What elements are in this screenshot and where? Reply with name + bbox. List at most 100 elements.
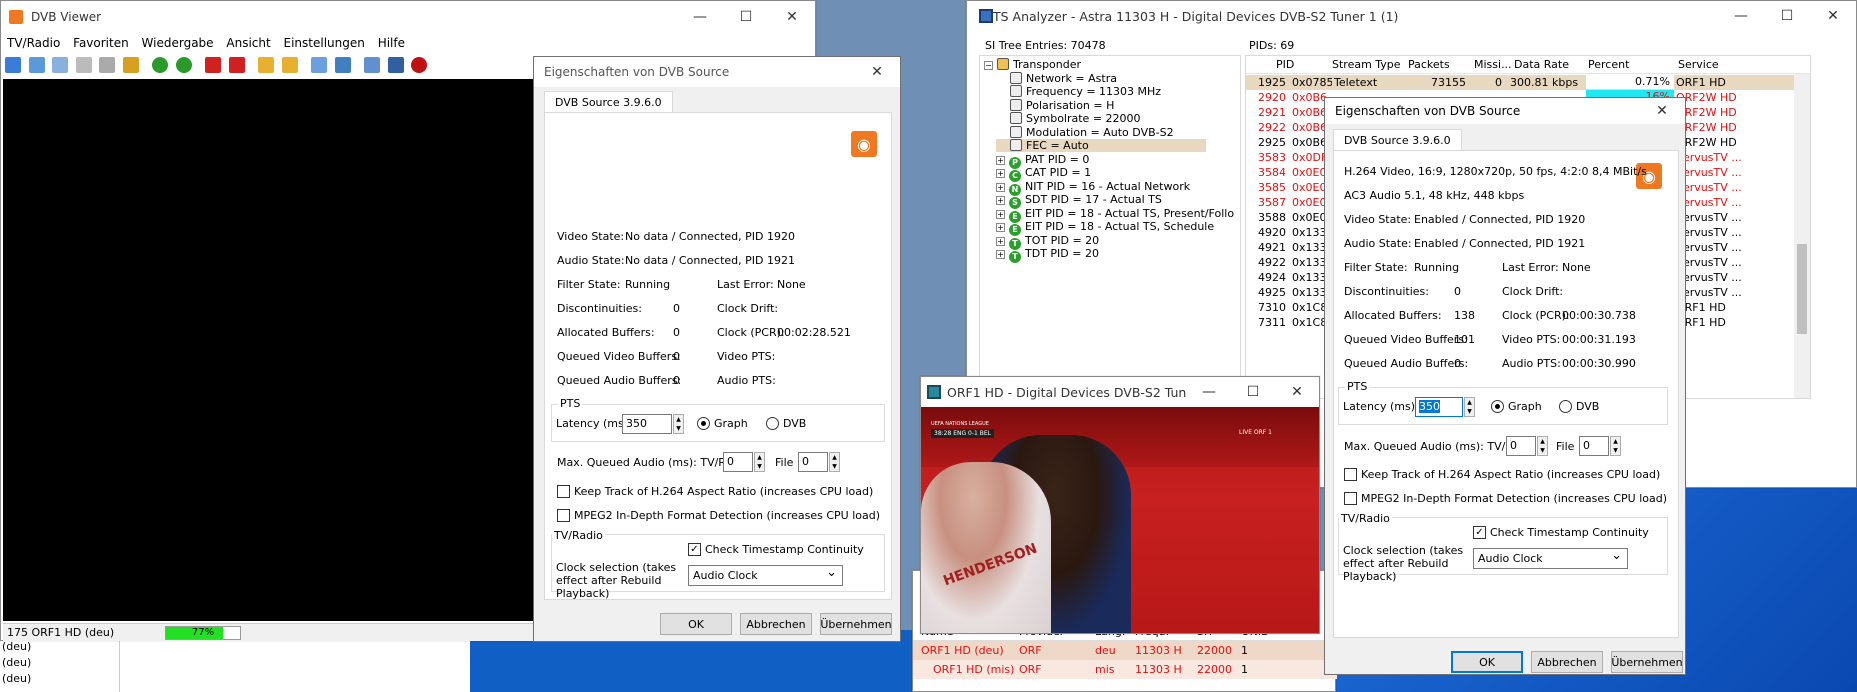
ok-button[interactable]: OK (660, 613, 732, 635)
pid-column-header[interactable]: Data Rate (1514, 58, 1569, 71)
maximize-button[interactable]: ☐ (1764, 1, 1810, 31)
max-queued-tv-spinner[interactable]: ▲ ▼ (754, 452, 765, 472)
close-button[interactable]: ✕ (854, 57, 900, 87)
next-channel-icon[interactable] (228, 57, 245, 73)
pid-column-header[interactable]: Packets (1408, 58, 1450, 71)
pid-column-header[interactable]: Percent (1588, 58, 1629, 71)
back-icon[interactable] (152, 57, 168, 73)
minimize-button[interactable]: — (1187, 377, 1231, 407)
volume-down-icon[interactable] (258, 57, 274, 73)
status-channel: 175 ORF1 HD (deu) (7, 626, 115, 639)
menu-einstellungen[interactable]: Einstellungen (284, 36, 365, 50)
si-tree-node[interactable]: Frequency = 11303 MHz (996, 85, 1161, 98)
dvb-radio[interactable] (766, 417, 779, 430)
clock-selection-label: Clock selection (takes effect after Rebu… (556, 561, 677, 600)
si-tree[interactable]: − Transponder Network = Astra Frequency = 1… (979, 55, 1241, 399)
dvb-radio[interactable] (1559, 400, 1572, 413)
mpeg2-checkbox[interactable] (1344, 492, 1357, 505)
max-queued-file-spinner[interactable]: ▲ ▼ (1610, 436, 1621, 456)
tab-dvb-source[interactable]: DVB Source 3.9.6.0 (544, 91, 673, 113)
pid-column-header[interactable]: Service (1678, 58, 1719, 71)
si-tree-node[interactable]: + T TDT PID = 20 (996, 247, 1099, 263)
pid-cell-pid: 7311 (1258, 316, 1286, 329)
menu-ansicht[interactable]: Ansicht (226, 36, 270, 50)
tab-dvb-source[interactable]: DVB Source 3.9.6.0 (1333, 129, 1462, 151)
mpeg2-checkbox[interactable] (557, 509, 570, 522)
apply-button[interactable]: Übernehmen (820, 613, 892, 635)
prev-channel-icon[interactable] (205, 57, 221, 73)
aspect-ratio-checkbox[interactable] (557, 485, 570, 498)
pid-cell-pid: 4920 (1258, 226, 1286, 239)
close-button[interactable]: ✕ (769, 2, 815, 32)
latency-spinner[interactable]: ▲ ▼ (1464, 397, 1475, 417)
pid-cell-svc: ORF1 HD (1676, 76, 1726, 89)
pid-scrollbar[interactable] (1794, 74, 1810, 398)
close-button[interactable]: ✕ (1275, 377, 1319, 407)
record-list-icon[interactable] (122, 57, 139, 73)
minimize-button[interactable]: — (1718, 1, 1764, 31)
timeshift-icon[interactable] (311, 57, 327, 73)
node-icon (1010, 125, 1022, 138)
latency-input[interactable]: 350 (1415, 397, 1463, 417)
ok-button[interactable]: OK (1451, 651, 1523, 673)
clock-selection-dropdown[interactable]: Audio Clock (688, 565, 843, 586)
max-queued-file-spinner[interactable]: ▲ ▼ (829, 452, 840, 472)
timestamp-checkbox[interactable]: ✓ (1473, 526, 1486, 539)
window-icon[interactable] (52, 57, 68, 73)
si-tree-node-label: Polarisation = H (1026, 98, 1115, 112)
channel-row[interactable]: ORF1 HD (deu) ORF deu 11303 H 22000 1 (913, 641, 1337, 660)
latency-spinner[interactable]: ▲ ▼ (673, 414, 684, 434)
cancel-button[interactable]: Abbrechen (1531, 651, 1603, 673)
si-tree-node[interactable]: Polarisation = H (996, 98, 1115, 112)
mpeg2-label: MPEG2 In-Depth Format Detection (increas… (1361, 492, 1668, 505)
maximize-button[interactable]: ☐ (1231, 377, 1275, 407)
channel-cell: 22000 (1197, 644, 1232, 657)
minimize-button[interactable]: — (677, 2, 723, 32)
clock-drift-label: Clock Drift: (1502, 285, 1564, 298)
cancel-button[interactable]: Abbrechen (740, 613, 812, 635)
epg-icon[interactable] (28, 57, 45, 73)
maximize-button[interactable]: ☐ (723, 2, 769, 32)
timestamp-checkbox[interactable]: ✓ (688, 543, 701, 556)
latency-input[interactable]: 350 (622, 414, 672, 434)
si-tree-node[interactable]: Symbolrate = 22000 (996, 112, 1141, 125)
keyboard-icon[interactable] (75, 57, 92, 73)
menu-tv-radio[interactable]: TV/Radio (7, 36, 60, 50)
graph-radio[interactable] (1491, 400, 1504, 413)
osd-icon[interactable] (334, 57, 351, 73)
table-row[interactable]: 1925 0x0785 Teletext 73155 0 300.81 kbps 0.71%… (1246, 75, 1794, 90)
video-frame[interactable]: UEFA NATIONS LEAGUE 38:28 ENG 0-1 BEL LI… (921, 407, 1319, 633)
volume-up-icon[interactable] (281, 57, 298, 73)
si-tree-node[interactable]: − Transponder (984, 58, 1081, 71)
pid-column-header[interactable]: Stream Type (1332, 58, 1401, 71)
aspect-ratio-checkbox[interactable] (1344, 468, 1357, 481)
channel-row[interactable]: ORF1 HD (mis) ORF mis 11303 H 22000 1 (913, 660, 1337, 679)
pid-column-header[interactable]: Missi... (1474, 58, 1512, 71)
menu-hilfe[interactable]: Hilfe (378, 36, 405, 50)
tv-icon[interactable] (5, 57, 21, 73)
picture-icon[interactable] (387, 57, 404, 73)
pid-column-header[interactable]: PID (1276, 58, 1294, 71)
si-tree-node[interactable]: Network = Astra (996, 71, 1117, 85)
last-error-label: Last Error: (1502, 261, 1559, 274)
menu-favoriten[interactable]: Favoriten (73, 36, 129, 50)
max-queued-tv-spinner[interactable]: ▲ ▼ (1537, 436, 1548, 456)
dvb-source-properties-dialog: Eigenschaften von DVB Source ✕ DVB Source… (533, 56, 901, 642)
apply-button[interactable]: Übernehmen (1611, 651, 1683, 673)
record-icon[interactable] (411, 57, 427, 73)
si-tree-node[interactable]: FEC = Auto (996, 139, 1206, 152)
menu-wiedergabe[interactable]: Wiedergabe (142, 36, 214, 50)
graph-radio[interactable] (697, 417, 710, 430)
max-queued-file-input[interactable]: 0 (1579, 436, 1609, 456)
si-tree-node[interactable]: Modulation = Auto DVB-S2 (996, 125, 1174, 139)
max-queued-file-input[interactable]: 0 (798, 452, 828, 472)
close-button[interactable]: ✕ (1639, 96, 1685, 126)
max-queued-tv-input[interactable]: 0 (723, 452, 753, 472)
max-queued-tv-input[interactable]: 0 (1506, 436, 1536, 456)
forward-icon[interactable] (175, 57, 192, 73)
settings-icon[interactable] (364, 57, 380, 73)
video-app-icon (927, 385, 941, 399)
clock-selection-dropdown[interactable]: Audio Clock (1473, 548, 1628, 569)
close-button[interactable]: ✕ (1810, 1, 1856, 31)
list-icon[interactable] (99, 57, 115, 73)
